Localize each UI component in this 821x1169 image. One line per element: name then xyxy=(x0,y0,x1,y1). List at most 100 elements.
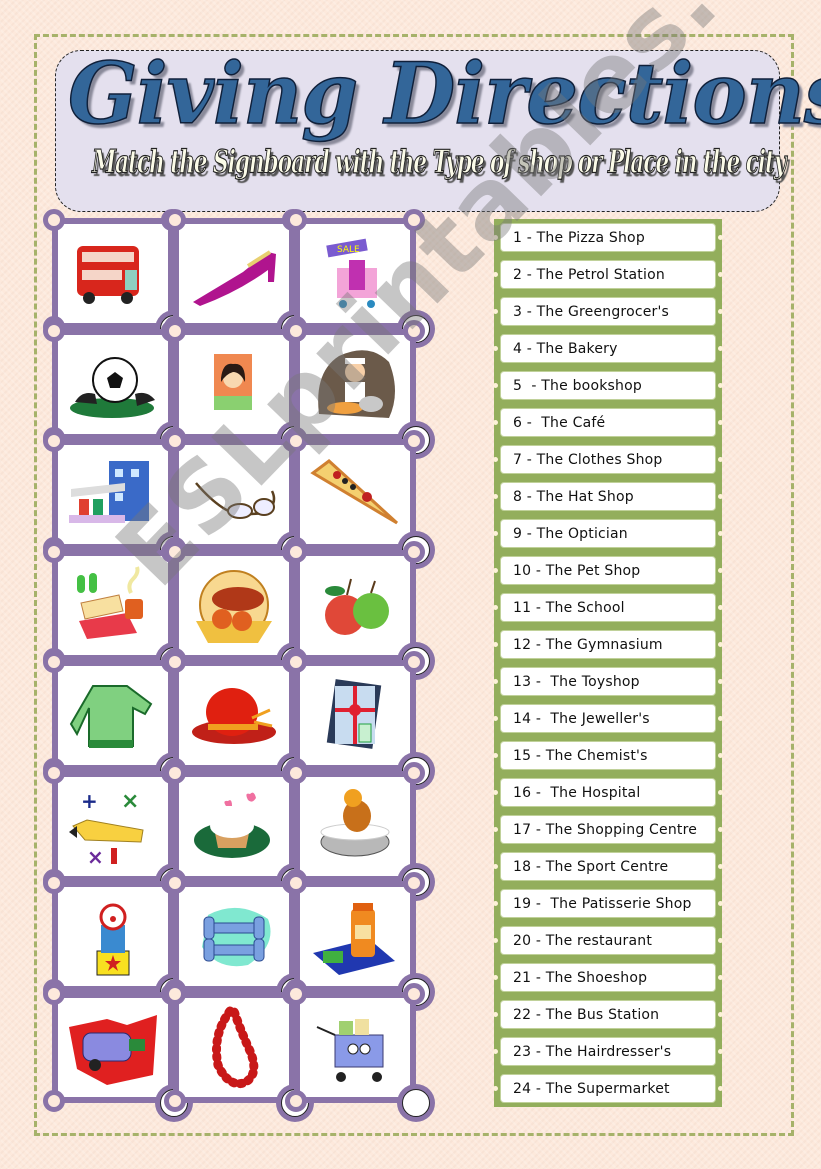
pizza-slice-icon xyxy=(307,452,403,537)
red-bead-necklace-icon xyxy=(186,1005,282,1090)
shop-label: 8 - The Hat Shop xyxy=(500,482,716,511)
shop-label: 16 - The Hospital xyxy=(500,778,716,807)
frame-notch xyxy=(718,938,723,943)
frame-notch xyxy=(718,827,723,832)
shop-label: 7 - The Clothes Shop xyxy=(500,445,716,474)
picture-card xyxy=(164,319,304,449)
card-notch xyxy=(285,872,307,894)
sandwich-and-coffee-icon xyxy=(65,563,161,648)
shop-list-item: 23 - The Hairdresser's xyxy=(493,1033,723,1070)
card-notch xyxy=(285,1089,307,1112)
instructions-subtitle: Match the Signboard with the Type of sho… xyxy=(92,142,787,181)
picture-card xyxy=(285,430,425,559)
card-notch xyxy=(285,430,307,452)
ambulance-icon xyxy=(65,1005,161,1090)
frame-notch xyxy=(718,1086,723,1091)
frame-notch xyxy=(718,531,723,536)
card-notch xyxy=(164,540,186,563)
card-notch xyxy=(285,761,307,784)
card-notch xyxy=(285,982,307,1005)
card-notch xyxy=(43,982,65,1005)
shop-list-item: 8 - The Hat Shop xyxy=(493,478,723,515)
shop-label: 24 - The Supermarket xyxy=(500,1074,716,1103)
shop-list-item: 5 - The bookshop xyxy=(493,367,723,404)
shop-label: 11 - The School xyxy=(500,593,716,622)
sale-shopping-cart-icon: SALE xyxy=(307,231,403,316)
petrol-station-building-icon xyxy=(65,452,161,537)
card-notch xyxy=(285,540,307,563)
frame-notch xyxy=(718,864,723,869)
frame-notch xyxy=(718,383,723,388)
card-notch xyxy=(43,209,65,231)
green-jumper-icon xyxy=(65,673,161,758)
shop-list-item: 22 - The Bus Station xyxy=(493,996,723,1033)
pencil-math-symbols-icon: + × × xyxy=(65,784,161,869)
picture-card xyxy=(285,761,425,891)
shop-list-item: 1 - The Pizza Shop xyxy=(493,219,723,256)
frame-notch xyxy=(493,605,498,610)
shop-list-item: 2 - The Petrol Station xyxy=(493,256,723,293)
frame-notch xyxy=(493,1049,498,1054)
frame-notch xyxy=(718,346,723,351)
card-notch xyxy=(43,872,65,894)
picture-card xyxy=(164,761,304,891)
frame-notch xyxy=(718,494,723,499)
card-notch xyxy=(164,430,186,452)
double-decker-bus-icon xyxy=(65,231,161,316)
shop-label: 23 - The Hairdresser's xyxy=(500,1037,716,1066)
frame-notch xyxy=(718,753,723,758)
card-notch xyxy=(43,319,65,342)
frame-notch xyxy=(493,1012,498,1017)
frame-notch xyxy=(493,864,498,869)
frame-notch xyxy=(493,235,498,240)
shop-list-item: 21 - The Shoeshop xyxy=(493,959,723,996)
shop-label: 9 - The Optician xyxy=(500,519,716,548)
apples-icon xyxy=(307,563,403,648)
shop-list-item: 9 - The Optician xyxy=(493,515,723,552)
shop-list-item: 16 - The Hospital xyxy=(493,774,723,811)
shop-list: 1 - The Pizza Shop 2 - The Petrol Station… xyxy=(493,219,723,1107)
card-notch xyxy=(164,651,186,673)
shop-list-item: 6 - The Café xyxy=(493,404,723,441)
frame-notch xyxy=(718,272,723,277)
shop-list-item: 12 - The Gymnasium xyxy=(493,626,723,663)
card-notch xyxy=(164,209,186,231)
svg-text:SALE: SALE xyxy=(337,245,360,255)
shop-list-item: 11 - The School xyxy=(493,589,723,626)
frame-notch xyxy=(493,790,498,795)
picture-card xyxy=(285,540,425,670)
picture-card xyxy=(285,872,425,1001)
shop-list-item: 15 - The Chemist's xyxy=(493,737,723,774)
frame-notch xyxy=(718,568,723,573)
medicine-bottle-icon xyxy=(307,894,403,979)
hairstyle-portrait-icon xyxy=(186,342,282,427)
shop-list-item: 24 - The Supermarket xyxy=(493,1070,723,1107)
frame-notch xyxy=(718,1049,723,1054)
picture-card xyxy=(285,982,425,1112)
shop-label: 17 - The Shopping Centre xyxy=(500,815,716,844)
card-notch xyxy=(43,1089,65,1112)
card-notch xyxy=(43,761,65,784)
picture-card xyxy=(43,540,183,670)
card-notch xyxy=(43,540,65,563)
picture-card xyxy=(43,430,183,559)
answer-circle[interactable] xyxy=(402,1088,430,1117)
football-boots-icon xyxy=(65,342,161,427)
shop-label: 4 - The Bakery xyxy=(500,334,716,363)
shop-list-item: 3 - The Greengrocer's xyxy=(493,293,723,330)
shop-label: 22 - The Bus Station xyxy=(500,1000,716,1029)
shop-list-item: 13 - The Toyshop xyxy=(493,663,723,700)
shop-list-item: 20 - The restaurant xyxy=(493,922,723,959)
frame-notch xyxy=(493,679,498,684)
picture-card xyxy=(285,319,425,449)
picture-card: + × × xyxy=(43,761,183,891)
shop-label: 21 - The Shoeshop xyxy=(500,963,716,992)
page-title: Giving Directions xyxy=(67,44,821,143)
high-heel-shoe-icon xyxy=(186,231,282,316)
shop-label: 19 - The Patisserie Shop xyxy=(500,889,716,918)
picture-card xyxy=(164,540,304,670)
frame-notch xyxy=(493,716,498,721)
svg-text:+: + xyxy=(81,789,98,813)
picture-grid: SALE + × × xyxy=(43,209,430,1117)
shop-list-item: 7 - The Clothes Shop xyxy=(493,441,723,478)
